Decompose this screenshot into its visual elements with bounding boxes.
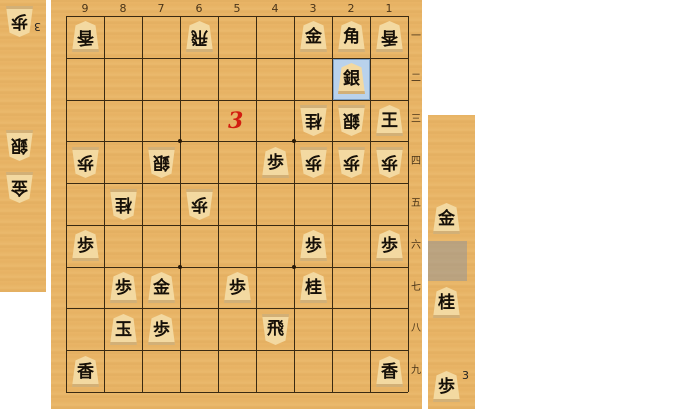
piece-sente-pawn[interactable]: 歩: [148, 314, 175, 345]
grid-line-horizontal: [66, 183, 408, 184]
gote-hand-pawn-count: 3: [34, 20, 41, 33]
file-label: 3: [309, 2, 317, 15]
piece-sente-pawn[interactable]: 歩: [110, 272, 137, 303]
piece-sente-lance[interactable]: 香: [376, 21, 403, 52]
piece-sente-gold[interactable]: 金: [148, 272, 175, 303]
piece-sente-gold[interactable]: 金: [300, 21, 327, 52]
grid-line-horizontal: [66, 16, 408, 17]
move-annotation: 3: [228, 107, 244, 134]
piece-sente-rook[interactable]: 飛: [186, 21, 213, 52]
piece-sente-pawn[interactable]: 歩: [224, 272, 251, 303]
star-point: [178, 139, 182, 143]
grid-line-vertical: [142, 16, 143, 392]
star-point: [178, 265, 182, 269]
grid-line-vertical: [408, 16, 409, 392]
piece-sente-king[interactable]: 王: [376, 105, 403, 136]
rank-label: 五: [411, 198, 421, 209]
grid-line-horizontal: [66, 225, 408, 226]
piece-gote-pawn[interactable]: 歩: [376, 147, 403, 178]
gote-hand-pawn[interactable]: 歩: [6, 6, 33, 37]
piece-sente-silver[interactable]: 銀: [338, 63, 365, 94]
grid-line-horizontal: [66, 267, 408, 268]
piece-sente-king[interactable]: 玉: [110, 314, 137, 345]
rank-label: 三: [411, 114, 421, 126]
grid-line-vertical: [66, 16, 67, 392]
sente-hand-pawn-count: 3: [462, 369, 469, 382]
grid-line-horizontal: [66, 141, 408, 142]
rank-label: 八: [411, 323, 421, 335]
grid-line-horizontal: [66, 100, 408, 101]
file-label: 9: [81, 2, 89, 15]
piece-gote-pawn[interactable]: 歩: [300, 147, 327, 178]
file-label: 1: [385, 2, 393, 15]
piece-gote-knight[interactable]: 桂: [110, 189, 137, 220]
file-label: 6: [195, 2, 203, 15]
sente-hand-gold[interactable]: 金: [433, 203, 460, 234]
file-label: 4: [271, 2, 279, 15]
rank-label: 九: [411, 365, 421, 377]
star-point: [292, 265, 296, 269]
piece-sente-pawn[interactable]: 歩: [376, 230, 403, 261]
sente-hand-knight[interactable]: 桂: [433, 287, 460, 318]
piece-sente-pawn[interactable]: 歩: [72, 230, 99, 261]
piece-sente-lance[interactable]: 香: [72, 21, 99, 52]
piece-sente-pawn[interactable]: 歩: [262, 147, 289, 178]
file-label: 2: [347, 2, 355, 15]
rank-label: 二: [411, 72, 421, 84]
rank-label: 六: [411, 239, 421, 251]
rank-label: 一: [411, 30, 421, 42]
piece-gote-silver[interactable]: 銀: [148, 147, 175, 178]
file-label: 8: [119, 2, 127, 15]
grid-line-horizontal: [66, 308, 408, 309]
piece-gote-pawn[interactable]: 歩: [186, 189, 213, 220]
piece-gote-rook[interactable]: 飛: [262, 314, 289, 345]
grid-line-vertical: [180, 16, 181, 392]
file-label: 5: [233, 2, 241, 15]
piece-sente-pawn[interactable]: 歩: [300, 230, 327, 261]
grid-line-vertical: [256, 16, 257, 392]
grid-line-vertical: [104, 16, 105, 392]
star-point: [292, 139, 296, 143]
piece-sente-bishop[interactable]: 角: [338, 21, 365, 52]
piece-gote-silver[interactable]: 銀: [338, 105, 365, 136]
rank-label: 七: [411, 281, 421, 293]
rank-label: 四: [411, 156, 421, 168]
gote-piece-stand: 歩 3 銀 金: [0, 0, 46, 292]
sente-hand-pawn[interactable]: 歩: [433, 371, 460, 402]
gote-hand-gold[interactable]: 金: [6, 172, 33, 203]
piece-sente-lance[interactable]: 香: [376, 356, 403, 387]
gote-hand-silver[interactable]: 銀: [6, 130, 33, 161]
piece-sente-knight[interactable]: 桂: [300, 272, 327, 303]
file-label: 7: [157, 2, 165, 15]
grid-line-horizontal: [66, 392, 408, 393]
piece-gote-pawn[interactable]: 歩: [72, 147, 99, 178]
grid-line-vertical: [370, 16, 371, 392]
piece-sente-lance[interactable]: 香: [72, 356, 99, 387]
grid-line-horizontal: [66, 350, 408, 351]
grid-line-vertical: [294, 16, 295, 392]
piece-gote-pawn[interactable]: 歩: [338, 147, 365, 178]
drop-target-shade: [428, 241, 467, 281]
grid-line-vertical: [218, 16, 219, 392]
piece-gote-knight[interactable]: 桂: [300, 105, 327, 136]
